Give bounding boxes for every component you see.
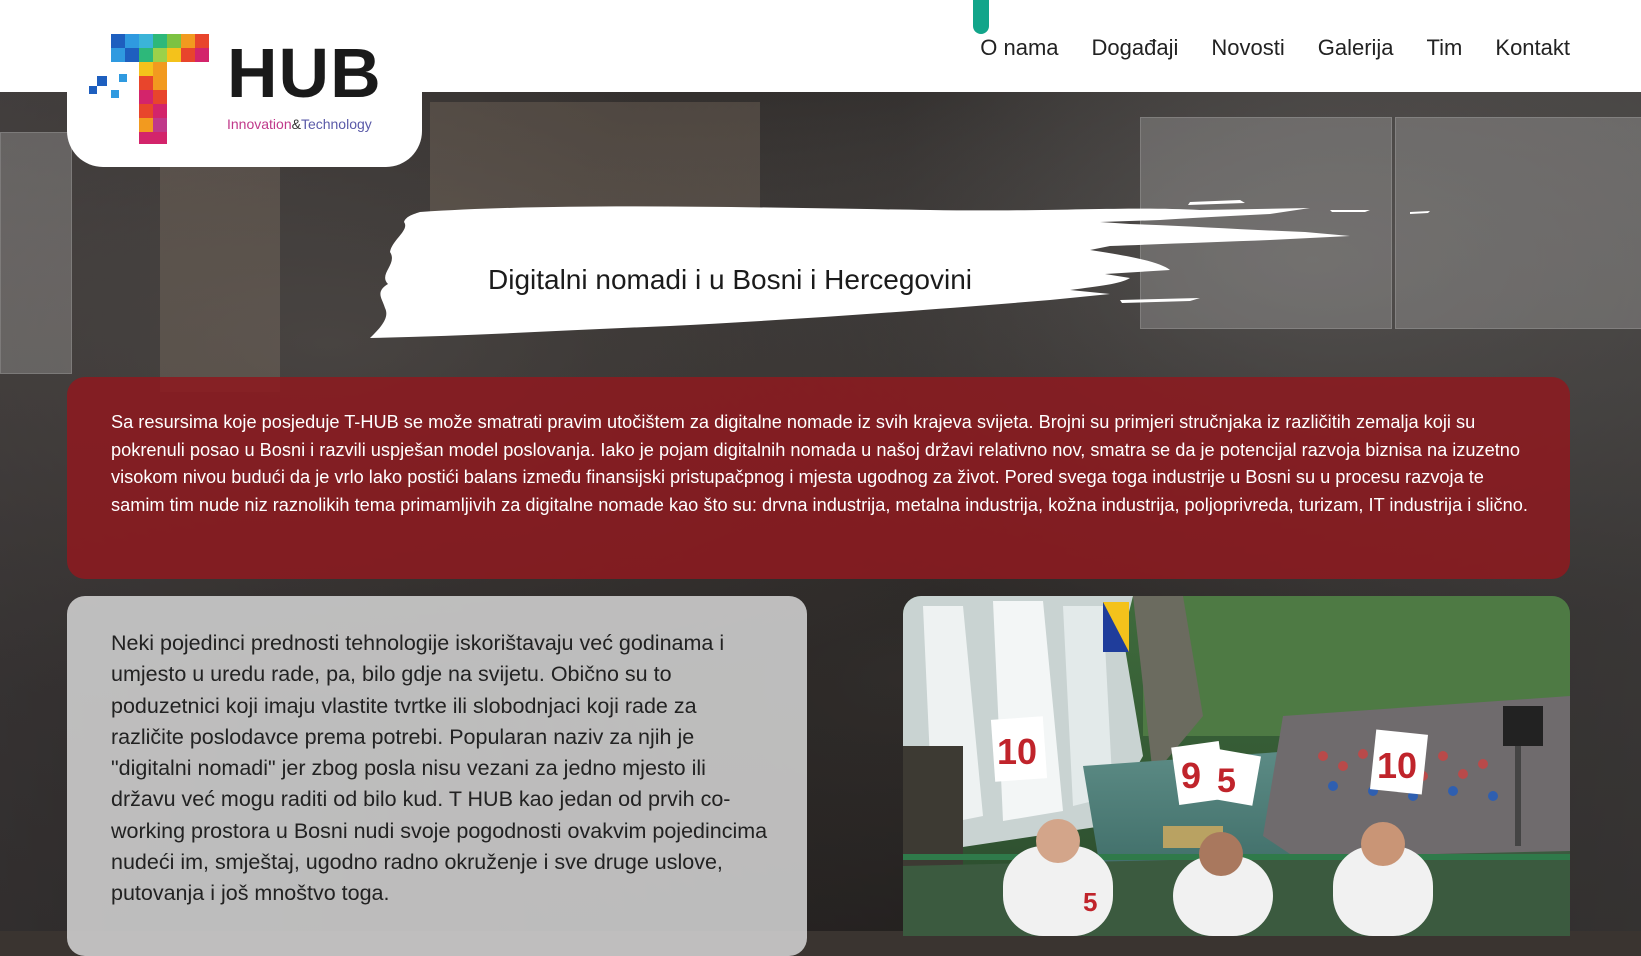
nav-novosti[interactable]: Novosti (1211, 33, 1284, 63)
nav-o-nama[interactable]: O nama (980, 33, 1058, 63)
nav-tim[interactable]: Tim (1427, 33, 1463, 63)
t-logo-icon (89, 34, 209, 144)
page-title: Digitalni nomadi i u Bosni i Hercegovini (488, 264, 973, 295)
body-panel: Neki pojedinci prednosti tehnologije isk… (67, 596, 807, 956)
body-text: Neki pojedinci prednosti tehnologije isk… (111, 631, 768, 906)
logo-brand: HUB (227, 34, 382, 112)
main-nav: O nama Događaji Novosti Galerija Tim Kon… (947, 33, 1570, 63)
nav-kontakt[interactable]: Kontakt (1495, 33, 1570, 63)
score-card-5: 5 (1083, 887, 1097, 917)
score-card-4: 10 (1377, 745, 1417, 786)
score-card-1: 10 (997, 731, 1037, 772)
waterfall-photo: 10 9 5 10 5 (903, 596, 1570, 936)
photo-illustration: 10 9 5 10 5 (903, 596, 1570, 936)
intro-text: Sa resursima koje posjeduje T-HUB se mož… (111, 412, 1528, 515)
score-card-3: 5 (1217, 762, 1236, 800)
logo-tagline: Innovation&Technology (227, 116, 372, 132)
logo[interactable]: HUB Innovation&Technology (67, 20, 422, 167)
score-card-2: 9 (1181, 755, 1201, 796)
nav-dogadjaji[interactable]: Događaji (1092, 33, 1179, 63)
accent-tab (973, 0, 989, 34)
nav-galerija[interactable]: Galerija (1318, 33, 1394, 63)
intro-panel: Sa resursima koje posjeduje T-HUB se mož… (67, 377, 1570, 579)
